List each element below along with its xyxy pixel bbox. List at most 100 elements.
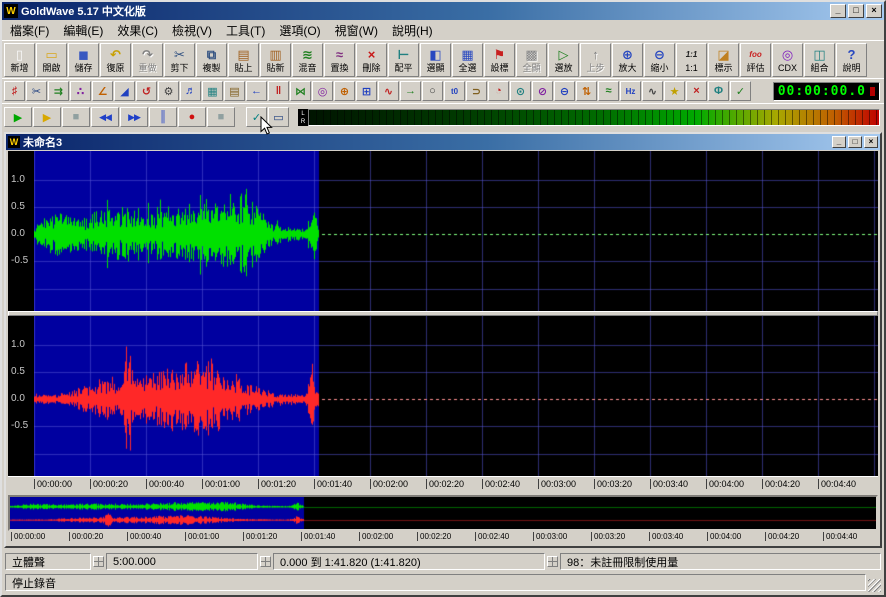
menu-view[interactable]: 檢視(V) <box>165 20 219 41</box>
effect-icon-11[interactable]: ▤ <box>224 81 245 101</box>
effect-icon-34[interactable]: ✓ <box>730 81 751 101</box>
zoom-in-button[interactable]: ⊕放大 <box>612 43 643 77</box>
effect-icon-30[interactable]: ∿ <box>642 81 663 101</box>
replace-icon: ≈ <box>336 46 343 63</box>
panel-divider-icon <box>93 556 104 567</box>
menu-tool[interactable]: 工具(T) <box>219 20 272 41</box>
effect-icon-12[interactable]: ← <box>246 81 267 101</box>
effect-icon-28[interactable]: ≈ <box>598 81 619 101</box>
effect-icon-4[interactable]: ∴ <box>70 81 91 101</box>
menu-options[interactable]: 選項(O) <box>272 20 327 41</box>
play-button[interactable]: ▶ <box>4 107 32 127</box>
undo-button[interactable]: ↶復原 <box>100 43 131 77</box>
redo-button[interactable]: ↷重做 <box>132 43 163 77</box>
document-title-bar[interactable]: W 未命名3 _ □ × <box>6 134 880 150</box>
help-button[interactable]: ?說明 <box>836 43 867 77</box>
close-button[interactable]: × <box>866 4 882 18</box>
resize-grip[interactable] <box>868 579 881 592</box>
effect-icon-2[interactable]: ✂ <box>26 81 47 101</box>
paste-button[interactable]: ▤貼上 <box>228 43 259 77</box>
new-button[interactable]: ▯新增 <box>4 43 35 77</box>
play-selection-button[interactable]: ▷選放 <box>548 43 579 77</box>
set-marker-button[interactable]: ⚑設標 <box>484 43 515 77</box>
rewind-button[interactable]: ◀◀ <box>91 107 119 127</box>
save-button[interactable]: ◼儲存 <box>68 43 99 77</box>
view-selection-button[interactable]: ◧選顯 <box>420 43 451 77</box>
mix-button[interactable]: ≋混音 <box>292 43 323 77</box>
evaluate-button[interactable]: foo評估 <box>740 43 771 77</box>
effect-icon-29[interactable]: Hz <box>620 81 641 101</box>
document-minimize-button[interactable]: _ <box>832 136 846 148</box>
effect-icon-23[interactable]: ◔ <box>488 81 509 101</box>
effect-icon-1[interactable]: ♯ <box>4 81 25 101</box>
replace-button[interactable]: ≈置換 <box>324 43 355 77</box>
time-tick-label: 00:04:20 <box>762 479 800 489</box>
delete-button[interactable]: ×刪除 <box>356 43 387 77</box>
open-button[interactable]: ▭開啟 <box>36 43 67 77</box>
zoom-in-icon: ⊕ <box>622 46 633 63</box>
menu-edit[interactable]: 編輯(E) <box>56 20 110 41</box>
effect-icon-26[interactable]: ⊖ <box>554 81 575 101</box>
effect-icon-15[interactable]: ◎ <box>312 81 333 101</box>
zoom-out-button[interactable]: ⊖縮小 <box>644 43 675 77</box>
waveform-left-channel[interactable] <box>34 151 878 311</box>
document-maximize-button[interactable]: □ <box>848 136 862 148</box>
effect-icon-7[interactable]: ↺ <box>136 81 157 101</box>
effect-icon-21[interactable]: t0 <box>444 81 465 101</box>
cdx-button[interactable]: ◎CDX <box>772 43 803 77</box>
effect-icon-18[interactable]: ∿ <box>378 81 399 101</box>
toolbar-button-label: 重做 <box>138 63 156 74</box>
fast-forward-button[interactable]: ▶▶ <box>120 107 148 127</box>
effect-icon-3[interactable]: ⇉ <box>48 81 69 101</box>
join-button[interactable]: ◫組合 <box>804 43 835 77</box>
effect-icon-6[interactable]: ◢ <box>114 81 135 101</box>
time-display-value: 00:00:00.0 <box>778 84 866 99</box>
pause-button[interactable]: ║ <box>149 107 177 127</box>
effect-icon-14[interactable]: ⋈ <box>290 81 311 101</box>
time-axis[interactable]: 00:00:0000:00:2000:00:4000:01:0000:01:20… <box>8 476 878 492</box>
effect-icon-24[interactable]: ⊙ <box>510 81 531 101</box>
effect-icon-17[interactable]: ⊞ <box>356 81 377 101</box>
cue-points-button[interactable]: ◪標示 <box>708 43 739 77</box>
amplitude-label: 0.0 <box>11 228 25 240</box>
menu-help[interactable]: 說明(H) <box>385 20 440 41</box>
effect-icon-8[interactable]: ⚙ <box>158 81 179 101</box>
cut-button[interactable]: ✂剪下 <box>164 43 195 77</box>
waveform-right-channel[interactable] <box>34 316 878 476</box>
menu-window[interactable]: 視窗(W) <box>328 20 385 41</box>
effect-icon-31[interactable]: ★ <box>664 81 685 101</box>
trim-button[interactable]: ⊢配平 <box>388 43 419 77</box>
minimize-button[interactable]: _ <box>830 4 846 18</box>
select-all-button[interactable]: ▦全選 <box>452 43 483 77</box>
record-stop-button[interactable]: ■ <box>207 107 235 127</box>
effect-icon-16[interactable]: ⊕ <box>334 81 355 101</box>
previous-view-button[interactable]: ↑上步 <box>580 43 611 77</box>
effect-icon-19[interactable]: → <box>400 81 421 101</box>
effect-icon-9[interactable]: ♬ <box>180 81 201 101</box>
effect-icon-10[interactable]: ▦ <box>202 81 223 101</box>
stop-button[interactable]: ■ <box>62 107 90 127</box>
menu-effect[interactable]: 效果(C) <box>110 20 165 41</box>
effect-icon-27[interactable]: ⇅ <box>576 81 597 101</box>
play-all-button[interactable]: ▶ <box>33 107 61 127</box>
document-close-button[interactable]: × <box>864 136 878 148</box>
zoom-1-1-button[interactable]: 1:11:1 <box>676 43 707 77</box>
effect-icon-25[interactable]: ⊘ <box>532 81 553 101</box>
effect-icon-33[interactable]: Φ <box>708 81 729 101</box>
amplitude-label: 0.0 <box>11 393 25 405</box>
effect-icon-5[interactable]: ∠ <box>92 81 113 101</box>
effect-icon-20[interactable]: ○ <box>422 81 443 101</box>
maximize-button[interactable]: □ <box>848 4 864 18</box>
record-button[interactable]: ● <box>178 107 206 127</box>
time-tick-label: 00:00:40 <box>146 479 184 489</box>
copy-button[interactable]: ⧉複製 <box>196 43 227 77</box>
effect-icon-13[interactable]: ‖ <box>268 81 289 101</box>
overview-waveform[interactable] <box>10 497 876 529</box>
view-all-button[interactable]: ▩全顯 <box>516 43 547 77</box>
menu-file[interactable]: 檔案(F) <box>3 20 56 41</box>
effect-icon-32[interactable]: × <box>686 81 707 101</box>
set-marker-icon: ⚑ <box>494 46 506 63</box>
paste-new-button[interactable]: ▥貼新 <box>260 43 291 77</box>
effect-icon-22[interactable]: ⊃ <box>466 81 487 101</box>
toolbar-button-label: 上步 <box>586 63 604 74</box>
